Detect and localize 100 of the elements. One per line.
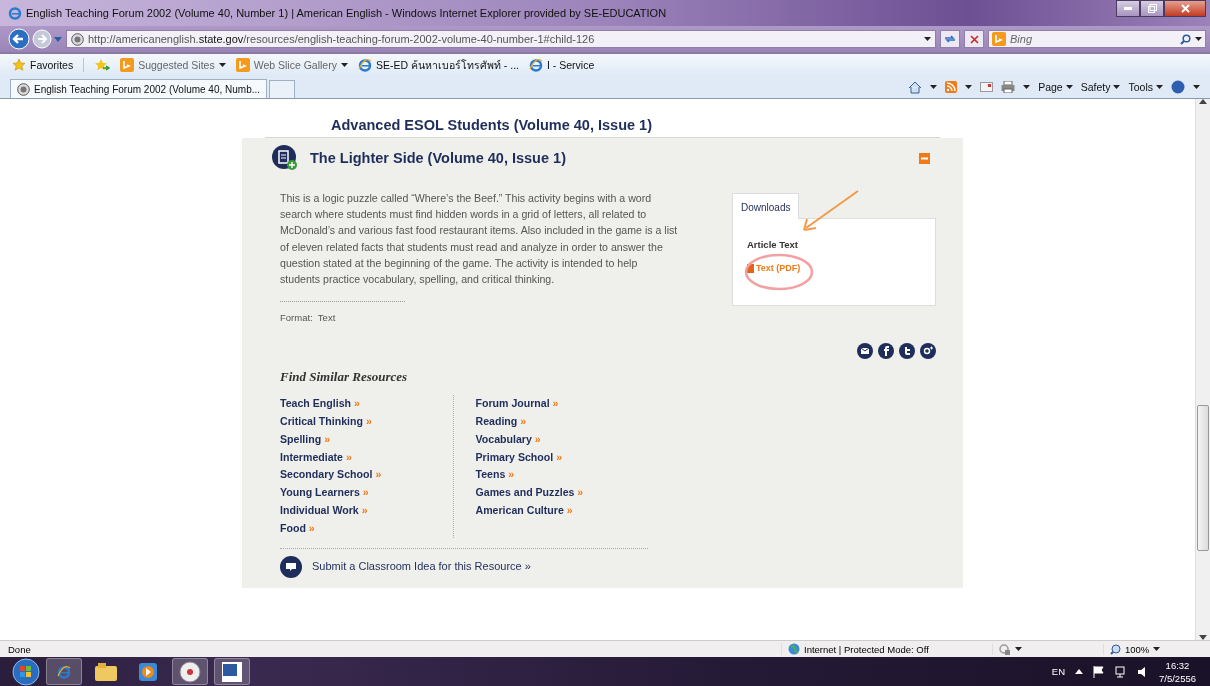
ie-logo-icon [8,6,22,20]
caret-icon [1193,85,1200,89]
resource-link[interactable]: Spelling » [280,430,453,449]
search-icon[interactable] [1180,33,1191,45]
language-indicator[interactable]: EN [1051,666,1065,678]
media-player-icon [139,662,157,681]
favorites-bar-item[interactable]: I - Service [529,58,595,72]
bing-icon [120,58,135,72]
caret-icon [340,63,348,67]
mail-icon[interactable] [980,82,994,92]
resource-link[interactable]: Vocabulary » [475,430,648,449]
network-icon[interactable] [1115,665,1127,678]
highlight-ellipse [744,253,814,291]
email-icon[interactable] [857,343,873,360]
browser-tab[interactable]: English Teaching Forum 2002 (Volume 40, Numb... [10,79,268,98]
favorites-bar-item[interactable]: SE-ED ค้นหาเบอร์โทรศัพท์ - ... [357,56,519,74]
caret-icon [1113,85,1121,89]
add-favorite-icon[interactable] [94,58,111,72]
resource-link[interactable]: Teens » [475,466,648,485]
flag-icon[interactable] [1093,665,1105,678]
restore-button[interactable] [1140,0,1164,17]
printer-icon[interactable] [1001,81,1016,93]
restore-icon [1147,4,1157,13]
scrollbar-thumb[interactable] [1197,405,1209,551]
minimize-button[interactable] [1116,0,1140,17]
caret-icon [1065,85,1073,89]
facebook-icon[interactable] [878,343,894,360]
resource-link[interactable]: Forum Journal » [475,395,648,413]
downloads-tab[interactable]: Downloads [732,193,800,219]
caret-icon [1015,647,1022,652]
ie-page-icon [357,58,372,72]
resource-link[interactable]: Young Learners » [280,484,453,502]
resource-title: The Lighter Side (Volume 40, Issue 1) [310,150,567,166]
favorites-bar-item[interactable]: Web Slice Gallery [235,58,348,72]
refresh-button[interactable] [940,30,960,48]
command-menu[interactable]: Tools [1128,81,1163,93]
search-input[interactable]: Bing [1010,33,1176,45]
caret-icon [1153,647,1161,652]
pdf-icon [747,264,754,274]
disc-icon [179,660,201,683]
caret-icon [1023,85,1031,89]
back-button[interactable] [8,28,30,50]
favorites-bar-item[interactable]: Favorites [12,58,85,72]
taskbar-button[interactable] [214,658,250,686]
folder-icon [95,662,117,681]
favorites-bar-item[interactable]: Suggested Sites [120,58,226,72]
speech-bubble-icon [280,555,302,578]
bing-icon [235,58,250,72]
caret-icon [218,63,226,67]
home-icon[interactable] [908,80,923,94]
twitter-icon[interactable] [899,343,915,360]
refresh-icon [944,34,956,44]
security-zone: Internet | Protected Mode: Off [804,643,929,655]
resource-link[interactable]: Critical Thinking » [280,413,453,431]
close-icon [1180,4,1190,13]
collapse-icon[interactable] [919,152,930,164]
resource-link[interactable]: Games and Puzzles » [475,484,648,502]
rss-icon[interactable] [945,81,958,93]
bing-icon [992,32,1006,46]
caret-icon [965,85,973,89]
resource-description: This is a logic puzzle called “Where’s the Beef.” This activity begins with a word search where students must find hidden words in a grid of letters, all related to McDonald’s and various fast food restaurant items. Also included in the game is a list of eleven related facts that students must read and analyze in order to answer the question stated at the beginning of the game. The activity is intended to help students practice vocabulary, spelling, and critical thinking. [280,191,679,287]
search-field[interactable]: Bing [988,30,1206,48]
resource-link[interactable]: Reading » [475,413,648,431]
clipboard-icon [272,145,298,171]
close-button[interactable] [1164,0,1206,17]
close-icon [969,34,979,44]
command-menu[interactable]: Page [1038,81,1073,93]
caret-icon [924,37,931,41]
minimize-icon [1124,7,1132,10]
resource-link[interactable]: Individual Work » [280,502,453,520]
zoom-icon [1110,643,1121,655]
submit-idea-link[interactable]: Submit a Classroom Idea for this Resource » [312,557,531,576]
taskbar-button[interactable] [172,658,208,686]
caret-icon [930,85,938,89]
start-button[interactable] [12,657,40,686]
caret-up-icon[interactable] [1075,669,1083,675]
format-label: Format: [280,312,313,324]
document-icon [222,661,242,682]
resource-link[interactable]: Teach English » [280,395,453,413]
stop-button[interactable] [964,30,984,48]
ie-logo-icon [57,664,71,679]
globe-icon [788,643,800,656]
download-heading: Article Text [747,239,800,250]
caret-icon [1195,37,1202,41]
resource-link[interactable]: Food » [280,519,453,538]
section-heading: Find Similar Resources [280,369,409,386]
command-menu[interactable]: Safety [1080,81,1121,93]
article-title[interactable]: Advanced ESOL Students (Volume 40, Issue 1) [331,117,652,133]
clock[interactable]: 16:32 7/5/2556 [1159,658,1196,685]
zoom-control[interactable]: 100% [1103,643,1210,655]
window-title: English Teaching Forum 2002 (Volume 40, Number 1) | American English - Windows Internet Explorer provided by SE-EDUCATION [26,7,667,19]
forward-button[interactable] [32,29,52,49]
resource-link[interactable]: Secondary School » [280,466,453,485]
ie-page-icon [529,58,543,72]
star-icon [12,58,26,72]
address-field[interactable]: http://americanenglish.state.gov/resources/english-teaching-forum-2002-volume-40-number-1#child-126 [66,30,936,48]
resource-link[interactable]: Intermediate » [280,448,453,467]
resource-link[interactable]: Primary School » [475,448,648,467]
resource-link[interactable]: American Culture » [475,502,648,520]
status-text: Done [8,643,31,655]
